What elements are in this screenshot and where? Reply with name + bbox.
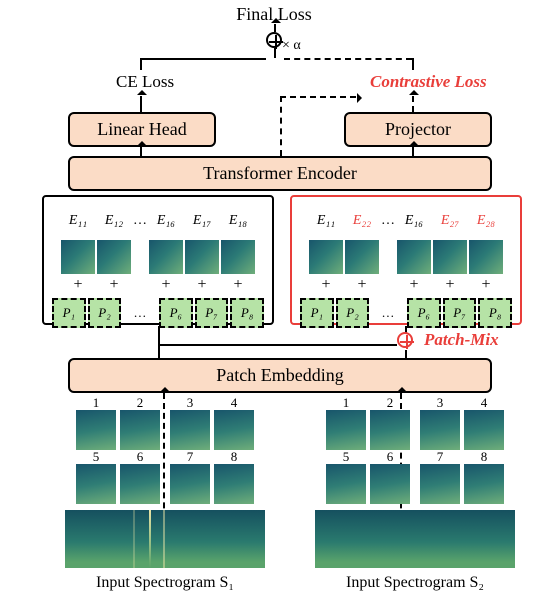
caption-s2: Input Spectrogram S₂ [300,574,530,592]
patch-tile: 2 [370,410,410,450]
embed-tile [469,240,503,274]
patch-tile: 6 [370,464,410,504]
arrow-up [140,147,142,156]
plus-row: +++++ [300,275,512,295]
connector-dash [412,58,414,70]
ellipsis [381,240,395,274]
patch-tile: 4 [214,410,254,450]
patch-tile: 3 [420,410,460,450]
pos-embed: P₆ [407,298,441,328]
embed-tile [221,240,255,274]
embed-label: E₁₆ [149,213,183,229]
arrow-up [412,96,414,112]
embed-label: E₂₈ [469,213,503,229]
contrastive-loss-label: Contrastive Loss [370,72,487,92]
arrow-up [274,24,276,32]
connector-dash [280,96,356,98]
embed-tile [309,240,343,274]
embed-tile [185,240,219,274]
patch-tile: 5 [76,464,116,504]
combine-icon [266,32,282,48]
embed-label: E₁₇ [185,213,219,229]
patchmix-label: Patch-Mix [424,330,499,350]
patch-tile: 4 [464,410,504,450]
embed-tile [397,240,431,274]
patch-tile: 6 [120,464,160,504]
plus-row: +++++ [52,275,264,295]
xalpha-label: × α [282,38,301,54]
ellipsis: … [133,213,147,229]
pos-embed: P₇ [443,298,477,328]
connector [158,326,160,358]
patch-tile: 5 [326,464,366,504]
patch-tile: 8 [464,464,504,504]
connector [140,58,266,60]
embed-label: E₁₂ [97,213,131,229]
pos-embed: P₈ [478,298,512,328]
caption-s1: Input Spectrogram S₁ [50,574,280,592]
spectrogram-s2 [315,510,515,568]
connector [274,48,276,58]
embed-label: E₂₇ [433,213,467,229]
patch-tile: 7 [170,464,210,504]
patch-embedding-block: Patch Embedding [68,358,492,393]
sequence-mixed: E₁₁ E₂₂ … E₁₆ E₂₇ E₂₈ +++++ P₁ P₂ … P₆ P… [290,195,522,325]
connector-dash [284,58,412,60]
pos-embed: P₈ [230,298,264,328]
embed-label: E₁₁ [61,213,95,229]
embed-label: E₁₈ [221,213,255,229]
embed-tile [433,240,467,274]
patchmix-icon [397,332,413,348]
embed-label: E₁₆ [397,213,431,229]
pos-embed: P₆ [159,298,193,328]
patch-tile: 3 [170,410,210,450]
patches-s1: 12 34 56 78 Input Spectrogram S₁ [50,396,280,592]
ellipsis [133,240,147,274]
connector [405,350,407,358]
ellipsis: … [381,213,395,229]
connector [158,344,397,346]
pos-embed: P₇ [195,298,229,328]
spectrogram-s1 [65,510,265,568]
ellipsis: … [371,298,405,328]
embed-tile [345,240,379,274]
patch-tile: 7 [420,464,460,504]
patch-tile: 1 [326,410,366,450]
pos-embed: P₂ [336,298,370,328]
patches-s2: 12 34 56 78 Input Spectrogram S₂ [300,396,530,592]
arrow-up [412,147,414,156]
patch-tile: 1 [76,410,116,450]
pos-embed: P₁ [52,298,86,328]
pos-embed: P₂ [88,298,122,328]
patch-tile: 8 [214,464,254,504]
patch-tile: 2 [120,410,160,450]
connector [140,58,142,70]
embed-tile [61,240,95,274]
embed-label: E₁₁ [309,213,343,229]
embed-tile [149,240,183,274]
connector-dash [280,96,282,156]
encoder-block: Transformer Encoder [68,156,492,191]
arrow-up [140,96,142,112]
embed-label: E₂₂ [345,213,379,229]
embed-tile [97,240,131,274]
pos-embed: P₁ [300,298,334,328]
ellipsis: … [123,298,157,328]
sequence-original: E₁₁ E₁₂ … E₁₆ E₁₇ E₁₈ +++++ P₁ P₂ … P₆ P… [42,195,274,325]
